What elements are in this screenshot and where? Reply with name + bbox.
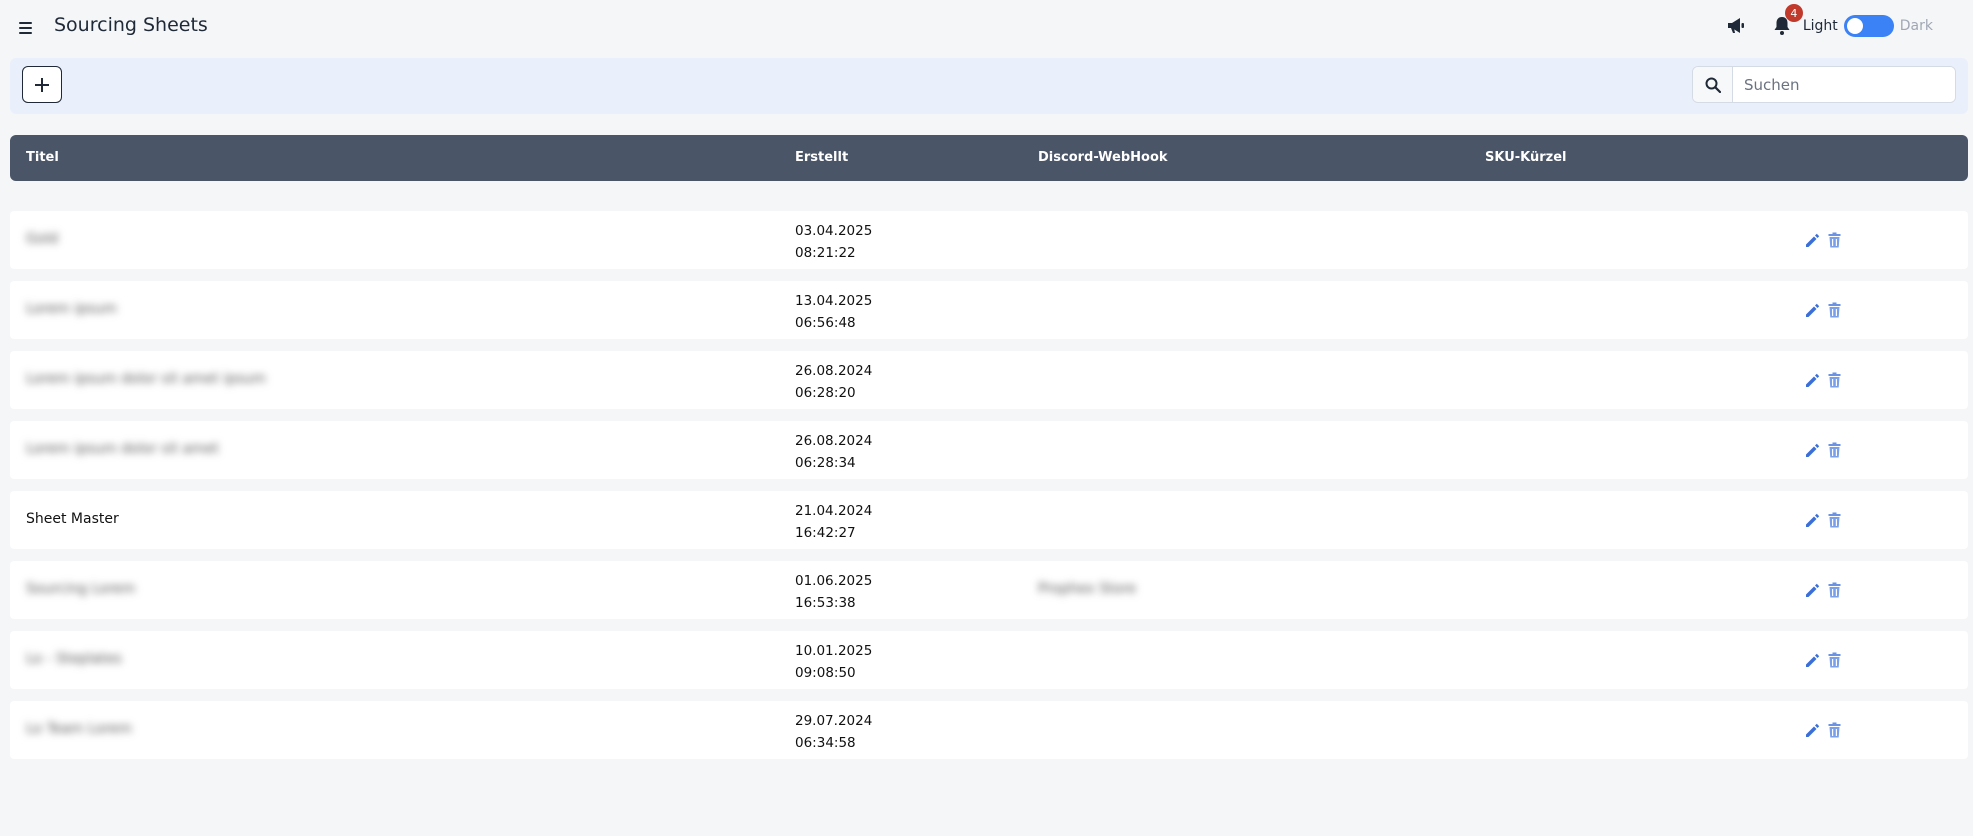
top-bar: Sourcing Sheets 4 Light Dark xyxy=(0,0,1973,54)
row-created-time: 06:34:58 xyxy=(795,735,856,751)
delete-trash-icon[interactable] xyxy=(1826,651,1842,669)
column-header-created[interactable]: Erstellt xyxy=(795,150,848,165)
row-title: Sourcing Lorem xyxy=(26,581,136,597)
row-title: Lorem ipsum dolor sit amet xyxy=(26,441,219,457)
row-created: 21.04.2024 16:42:27 xyxy=(795,500,872,544)
delete-trash-icon[interactable] xyxy=(1826,721,1842,739)
column-header-discord-webhook[interactable]: Discord-WebHook xyxy=(1038,150,1168,165)
row-actions xyxy=(1804,651,1842,669)
delete-trash-icon[interactable] xyxy=(1826,581,1842,599)
row-title: Lo - Steplates xyxy=(26,651,122,667)
column-header-sku[interactable]: SKU-Kürzel xyxy=(1485,150,1567,165)
row-created-date: 01.06.2025 xyxy=(795,573,873,589)
row-created: 29.07.2024 06:34:58 xyxy=(795,710,872,754)
row-created-date: 10.01.2025 xyxy=(795,643,873,659)
row-title: Sheet Master xyxy=(26,511,119,527)
table-row[interactable]: Lo - Steplates 10.01.2025 09:08:50 xyxy=(10,631,1968,689)
row-title: Gold xyxy=(26,231,59,247)
row-created-time: 06:56:48 xyxy=(795,315,856,331)
column-header-title[interactable]: Titel xyxy=(26,150,59,165)
row-title: Lorem ipsum dolor sit amet ipsum xyxy=(26,371,266,387)
row-created: 01.06.2025 16:53:38 xyxy=(795,570,872,614)
header-actions: 4 Light Dark xyxy=(1723,4,1933,40)
edit-pencil-icon[interactable] xyxy=(1804,231,1820,249)
row-actions xyxy=(1804,371,1842,389)
table-row[interactable]: Sourcing Lorem 01.06.2025 16:53:38 Prophex … xyxy=(10,561,1968,619)
table-row[interactable]: Sheet Master 21.04.2024 16:42:27 xyxy=(10,491,1968,549)
row-created: 03.04.2025 08:21:22 xyxy=(795,220,872,264)
row-title: Lorem ipsum xyxy=(26,301,117,317)
row-title: Lo Team Lorem xyxy=(26,721,132,737)
row-created-date: 21.04.2024 xyxy=(795,503,873,519)
theme-dark-label: Dark xyxy=(1899,18,1933,34)
row-created-time: 08:21:22 xyxy=(795,245,856,261)
table-header: Titel Erstellt Discord-WebHook SKU-Kürze… xyxy=(10,135,1968,181)
hamburger-menu-icon[interactable] xyxy=(18,17,34,37)
row-created-time: 16:53:38 xyxy=(795,595,856,611)
search-input[interactable] xyxy=(1733,67,1955,102)
row-created-date: 26.08.2024 xyxy=(795,433,873,449)
toggle-knob xyxy=(1846,18,1863,34)
row-created: 26.08.2024 06:28:20 xyxy=(795,360,872,404)
delete-trash-icon[interactable] xyxy=(1826,231,1842,249)
edit-pencil-icon[interactable] xyxy=(1804,581,1820,599)
edit-pencil-icon[interactable] xyxy=(1804,651,1820,669)
row-created: 10.01.2025 09:08:50 xyxy=(795,640,872,684)
theme-light-label: Light xyxy=(1802,18,1838,34)
row-created-time: 09:08:50 xyxy=(795,665,856,681)
table-row[interactable]: Lorem ipsum dolor sit amet ipsum 26.08.20… xyxy=(10,351,1968,409)
edit-pencil-icon[interactable] xyxy=(1804,301,1820,319)
table-row[interactable]: Lorem ipsum 13.04.2025 06:56:48 xyxy=(10,281,1968,339)
edit-pencil-icon[interactable] xyxy=(1804,721,1820,739)
toolbar xyxy=(10,58,1968,114)
row-actions xyxy=(1804,441,1842,459)
row-created-time: 16:42:27 xyxy=(795,525,856,541)
theme-toggle[interactable] xyxy=(1843,15,1894,37)
row-created-time: 06:28:20 xyxy=(795,385,856,401)
search-icon[interactable] xyxy=(1693,67,1733,102)
row-actions xyxy=(1804,511,1842,529)
row-created-date: 29.07.2024 xyxy=(795,713,873,729)
edit-pencil-icon[interactable] xyxy=(1804,441,1820,459)
delete-trash-icon[interactable] xyxy=(1826,441,1842,459)
delete-trash-icon[interactable] xyxy=(1826,301,1842,319)
row-actions xyxy=(1804,301,1842,319)
edit-pencil-icon[interactable] xyxy=(1804,511,1820,529)
row-created-date: 13.04.2025 xyxy=(795,293,873,309)
plus-icon xyxy=(35,77,49,92)
add-button[interactable] xyxy=(22,66,62,103)
edit-pencil-icon[interactable] xyxy=(1804,371,1820,389)
delete-trash-icon[interactable] xyxy=(1826,511,1842,529)
table-row[interactable]: Lo Team Lorem 29.07.2024 06:34:58 xyxy=(10,701,1968,759)
notifications-button[interactable]: 4 xyxy=(1769,4,1803,39)
row-created-date: 03.04.2025 xyxy=(795,223,873,239)
delete-trash-icon[interactable] xyxy=(1826,371,1842,389)
search-box xyxy=(1692,66,1956,103)
row-actions xyxy=(1804,581,1842,599)
row-created-time: 06:28:34 xyxy=(795,455,856,471)
page-title: Sourcing Sheets xyxy=(54,14,208,36)
row-actions xyxy=(1804,231,1842,249)
table-row[interactable]: Gold 03.04.2025 08:21:22 xyxy=(10,211,1968,269)
row-actions xyxy=(1804,721,1842,739)
megaphone-icon[interactable] xyxy=(1723,13,1749,39)
table-row[interactable]: Lorem ipsum dolor sit amet 26.08.2024 06:2… xyxy=(10,421,1968,479)
row-webhook: Prophex Store xyxy=(1038,581,1137,597)
notification-count-badge: 4 xyxy=(1784,4,1803,22)
row-created-date: 26.08.2024 xyxy=(795,363,873,379)
row-created: 26.08.2024 06:28:34 xyxy=(795,430,872,474)
row-created: 13.04.2025 06:56:48 xyxy=(795,290,872,334)
